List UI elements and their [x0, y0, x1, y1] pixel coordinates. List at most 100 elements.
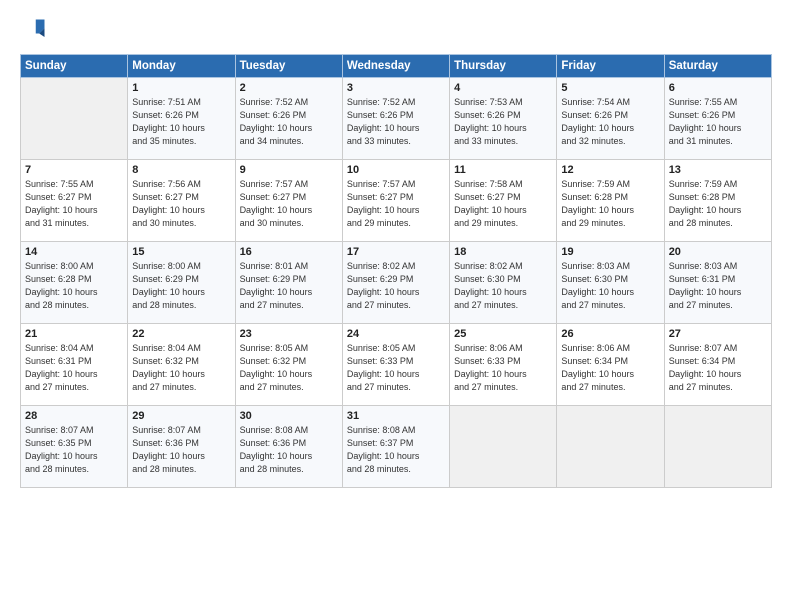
calendar-cell: 28 Sunrise: 8:07 AM Sunset: 6:35 PM Dayli… — [21, 406, 128, 488]
calendar-cell: 5 Sunrise: 7:54 AM Sunset: 6:26 PM Daylig… — [557, 78, 664, 160]
calendar-cell: 19Sunrise: 8:03 AM Sunset: 6:30 PM Dayli… — [557, 242, 664, 324]
calendar-cell: 3 Sunrise: 7:52 AM Sunset: 6:26 PM Daylig… — [342, 78, 449, 160]
day-number: 14 — [25, 246, 123, 258]
calendar-cell: 17Sunrise: 8:02 AM Sunset: 6:29 PM Dayli… — [342, 242, 449, 324]
day-number: 6 — [669, 82, 767, 94]
calendar-cell: 12 Sunrise: 7:59 AM Sunset: 6:28 PM Dayli… — [557, 160, 664, 242]
calendar-cell: 8 Sunrise: 7:56 AM Sunset: 6:27 PM Daylig… — [128, 160, 235, 242]
cell-text: Sunrise: 8:08 AM Sunset: 6:36 PM Dayligh… — [240, 424, 338, 476]
calendar-cell: 15Sunrise: 8:00 AM Sunset: 6:29 PM Dayli… — [128, 242, 235, 324]
day-number: 15 — [132, 246, 230, 258]
cell-text: Sunrise: 8:02 AM Sunset: 6:29 PM Dayligh… — [347, 260, 445, 312]
day-number: 10 — [347, 164, 445, 176]
calendar-week-row: 28 Sunrise: 8:07 AM Sunset: 6:35 PM Dayli… — [21, 406, 772, 488]
cell-text: Sunrise: 8:03 AM Sunset: 6:31 PM Dayligh… — [669, 260, 767, 312]
day-number: 23 — [240, 328, 338, 340]
calendar-cell: 16 Sunrise: 8:01 AM Sunset: 6:29 PM Dayli… — [235, 242, 342, 324]
day-number: 18 — [454, 246, 552, 258]
day-number: 20 — [669, 246, 767, 258]
weekday-header-saturday: Saturday — [664, 55, 771, 78]
day-number: 26 — [561, 328, 659, 340]
weekday-header-monday: Monday — [128, 55, 235, 78]
calendar-cell: 9 Sunrise: 7:57 AM Sunset: 6:27 PM Daylig… — [235, 160, 342, 242]
calendar-cell — [664, 406, 771, 488]
day-number: 7 — [25, 164, 123, 176]
cell-text: Sunrise: 8:06 AM Sunset: 6:34 PM Dayligh… — [561, 342, 659, 394]
cell-text: Sunrise: 7:52 AM Sunset: 6:26 PM Dayligh… — [240, 96, 338, 148]
cell-text: Sunrise: 8:07 AM Sunset: 6:36 PM Dayligh… — [132, 424, 230, 476]
calendar-cell: 30 Sunrise: 8:08 AM Sunset: 6:36 PM Dayli… — [235, 406, 342, 488]
day-number: 30 — [240, 410, 338, 422]
calendar-week-row: 21 Sunrise: 8:04 AM Sunset: 6:31 PM Dayli… — [21, 324, 772, 406]
day-number: 8 — [132, 164, 230, 176]
calendar-cell: 13 Sunrise: 7:59 AM Sunset: 6:28 PM Dayli… — [664, 160, 771, 242]
day-number: 21 — [25, 328, 123, 340]
cell-text: Sunrise: 7:55 AM Sunset: 6:26 PM Dayligh… — [669, 96, 767, 148]
cell-text: Sunrise: 7:56 AM Sunset: 6:27 PM Dayligh… — [132, 178, 230, 230]
calendar-cell: 24 Sunrise: 8:05 AM Sunset: 6:33 PM Dayli… — [342, 324, 449, 406]
calendar-table: SundayMondayTuesdayWednesdayThursdayFrid… — [20, 54, 772, 488]
calendar-cell: 21 Sunrise: 8:04 AM Sunset: 6:31 PM Dayli… — [21, 324, 128, 406]
cell-text: Sunrise: 7:59 AM Sunset: 6:28 PM Dayligh… — [561, 178, 659, 230]
calendar-cell — [450, 406, 557, 488]
day-number: 9 — [240, 164, 338, 176]
calendar-cell: 6 Sunrise: 7:55 AM Sunset: 6:26 PM Daylig… — [664, 78, 771, 160]
calendar-cell: 4 Sunrise: 7:53 AM Sunset: 6:26 PM Daylig… — [450, 78, 557, 160]
weekday-header-friday: Friday — [557, 55, 664, 78]
header — [20, 16, 772, 44]
cell-text: Sunrise: 8:04 AM Sunset: 6:32 PM Dayligh… — [132, 342, 230, 394]
day-number: 13 — [669, 164, 767, 176]
calendar-cell: 18 Sunrise: 8:02 AM Sunset: 6:30 PM Dayli… — [450, 242, 557, 324]
logo — [20, 16, 52, 44]
weekday-header-sunday: Sunday — [21, 55, 128, 78]
calendar-cell: 14 Sunrise: 8:00 AM Sunset: 6:28 PM Dayli… — [21, 242, 128, 324]
day-number: 11 — [454, 164, 552, 176]
cell-text: Sunrise: 7:51 AM Sunset: 6:26 PM Dayligh… — [132, 96, 230, 148]
page: SundayMondayTuesdayWednesdayThursdayFrid… — [0, 0, 792, 612]
cell-text: Sunrise: 7:55 AM Sunset: 6:27 PM Dayligh… — [25, 178, 123, 230]
calendar-cell: 1Sunrise: 7:51 AM Sunset: 6:26 PM Daylig… — [128, 78, 235, 160]
calendar-cell: 20 Sunrise: 8:03 AM Sunset: 6:31 PM Dayli… — [664, 242, 771, 324]
day-number: 29 — [132, 410, 230, 422]
cell-text: Sunrise: 7:54 AM Sunset: 6:26 PM Dayligh… — [561, 96, 659, 148]
day-number: 22 — [132, 328, 230, 340]
calendar-week-row: 14 Sunrise: 8:00 AM Sunset: 6:28 PM Dayli… — [21, 242, 772, 324]
cell-text: Sunrise: 8:05 AM Sunset: 6:32 PM Dayligh… — [240, 342, 338, 394]
calendar-cell: 29 Sunrise: 8:07 AM Sunset: 6:36 PM Dayli… — [128, 406, 235, 488]
calendar-week-row: 7 Sunrise: 7:55 AM Sunset: 6:27 PM Daylig… — [21, 160, 772, 242]
day-number: 28 — [25, 410, 123, 422]
day-number: 5 — [561, 82, 659, 94]
day-number: 4 — [454, 82, 552, 94]
day-number: 24 — [347, 328, 445, 340]
cell-text: Sunrise: 7:57 AM Sunset: 6:27 PM Dayligh… — [240, 178, 338, 230]
day-number: 16 — [240, 246, 338, 258]
day-number: 19 — [561, 246, 659, 258]
calendar-cell: 10Sunrise: 7:57 AM Sunset: 6:27 PM Dayli… — [342, 160, 449, 242]
cell-text: Sunrise: 8:01 AM Sunset: 6:29 PM Dayligh… — [240, 260, 338, 312]
cell-text: Sunrise: 8:06 AM Sunset: 6:33 PM Dayligh… — [454, 342, 552, 394]
cell-text: Sunrise: 8:02 AM Sunset: 6:30 PM Dayligh… — [454, 260, 552, 312]
day-number: 27 — [669, 328, 767, 340]
cell-text: Sunrise: 8:07 AM Sunset: 6:35 PM Dayligh… — [25, 424, 123, 476]
calendar-cell: 22 Sunrise: 8:04 AM Sunset: 6:32 PM Dayli… — [128, 324, 235, 406]
calendar-cell: 23 Sunrise: 8:05 AM Sunset: 6:32 PM Dayli… — [235, 324, 342, 406]
weekday-header-wednesday: Wednesday — [342, 55, 449, 78]
day-number: 12 — [561, 164, 659, 176]
cell-text: Sunrise: 8:00 AM Sunset: 6:28 PM Dayligh… — [25, 260, 123, 312]
calendar-cell: 26 Sunrise: 8:06 AM Sunset: 6:34 PM Dayli… — [557, 324, 664, 406]
calendar-cell: 31Sunrise: 8:08 AM Sunset: 6:37 PM Dayli… — [342, 406, 449, 488]
cell-text: Sunrise: 7:59 AM Sunset: 6:28 PM Dayligh… — [669, 178, 767, 230]
day-number: 2 — [240, 82, 338, 94]
cell-text: Sunrise: 8:05 AM Sunset: 6:33 PM Dayligh… — [347, 342, 445, 394]
day-number: 3 — [347, 82, 445, 94]
calendar-cell — [557, 406, 664, 488]
cell-text: Sunrise: 7:52 AM Sunset: 6:26 PM Dayligh… — [347, 96, 445, 148]
logo-icon — [20, 16, 48, 44]
calendar-cell: 25Sunrise: 8:06 AM Sunset: 6:33 PM Dayli… — [450, 324, 557, 406]
cell-text: Sunrise: 8:07 AM Sunset: 6:34 PM Dayligh… — [669, 342, 767, 394]
cell-text: Sunrise: 7:53 AM Sunset: 6:26 PM Dayligh… — [454, 96, 552, 148]
cell-text: Sunrise: 8:04 AM Sunset: 6:31 PM Dayligh… — [25, 342, 123, 394]
calendar-cell — [21, 78, 128, 160]
calendar-cell: 11Sunrise: 7:58 AM Sunset: 6:27 PM Dayli… — [450, 160, 557, 242]
weekday-header-tuesday: Tuesday — [235, 55, 342, 78]
